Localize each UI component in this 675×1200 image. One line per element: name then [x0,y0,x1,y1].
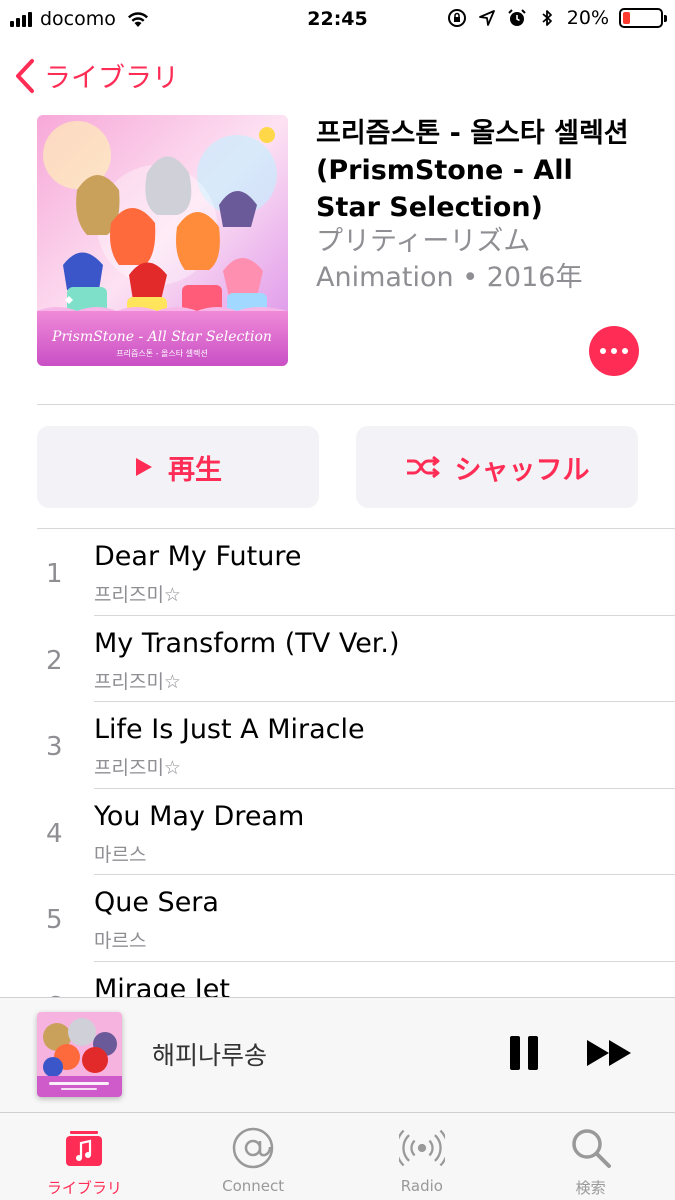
track-number: 1 [46,559,63,589]
track-row[interactable]: 5 Que Sera 마르스 [0,875,675,962]
tab-search[interactable]: 検索 [506,1113,675,1200]
more-dot [611,348,617,354]
track-title: Dear My Future [94,541,302,572]
track-title: Life Is Just A Miracle [94,714,365,745]
battery-percent: 20% [566,7,609,29]
tab-label: Connect [222,1177,285,1195]
skip-forward-button[interactable] [585,1038,635,1068]
at-icon [230,1125,276,1171]
tab-radio[interactable]: Radio [338,1113,507,1200]
track-title: My Transform (TV Ver.) [94,627,400,659]
rotation-lock-icon [447,9,466,27]
album-artist[interactable]: プリティーリズム [316,224,530,260]
divider [37,404,675,405]
track-title: Mirage Jet [94,973,230,998]
shuffle-label: シャッフル [454,454,590,486]
track-title: You May Dream [94,800,305,832]
shuffle-icon [406,455,439,479]
alarm-icon [508,9,526,26]
back-label: ライブラリ [44,63,179,94]
battery-icon [619,8,667,28]
tab-bar: ライブラリ Connect Radio 検索 [0,1112,675,1200]
tab-label: 検索 [575,1179,606,1197]
track-row[interactable]: 1 Dear My Future 프리즈미☆ [0,529,675,616]
track-row[interactable]: 4 You May Dream 마르스 [0,789,675,875]
track-artist: 마르스 [94,930,147,952]
bluetooth-icon [542,10,552,26]
track-row[interactable]: 3 Life Is Just A Miracle 프리즈미☆ [0,702,675,789]
track-title: Que Sera [94,887,219,918]
pause-icon-bar [528,1036,538,1070]
chevron-left-icon [16,58,34,93]
play-label: 再生 [168,454,222,486]
track-number: 5 [46,905,63,935]
music-note-icon [61,1125,107,1171]
shuffle-button[interactable]: シャッフル [356,426,638,508]
album-meta: Animation • 2016年 [316,262,583,293]
search-icon [568,1125,614,1171]
play-icon [136,458,152,476]
location-arrow-icon [478,10,495,26]
tab-label: Radio [400,1177,443,1195]
tab-library[interactable]: ライブラリ [0,1113,169,1200]
track-row[interactable]: 6 Mirage Jet [0,962,675,998]
now-playing-art [37,1012,122,1097]
pause-button[interactable] [510,1036,538,1070]
tab-label: ライブラリ [46,1179,122,1197]
track-row[interactable]: 2 My Transform (TV Ver.) 프리즈미☆ [0,616,675,702]
radio-icon [398,1125,445,1171]
play-button[interactable]: 再生 [37,426,319,508]
more-button[interactable] [589,326,639,376]
mini-player[interactable]: 해피나루송 [0,997,675,1112]
cover-title-en: PrismStone - All Star Selection [51,329,272,345]
album-art: PrismStone - All Star Selection 프리즘스톤 - … [37,115,288,366]
pause-icon-bar [510,1036,520,1070]
track-number: 2 [46,645,63,676]
more-dot [622,348,628,354]
track-artist: 프리즈미☆ [94,584,181,606]
album-title: 프리즘스톤 - 올스타 셀렉션 (PrismStone - All Star S… [316,118,629,223]
track-list: 1 Dear My Future 프리즈미☆ 2 My Transform (T… [0,529,675,997]
more-dot [600,348,606,354]
track-number: 4 [46,818,63,849]
now-playing-title: 해피나루송 [152,1041,268,1070]
track-artist: 프리즈미☆ [94,757,181,779]
back-button[interactable]: ライブラリ [14,56,179,95]
cover-title-ko: 프리즘스톤 - 올스타 셀렉션 [116,348,207,358]
track-artist: 프리즈미☆ [94,670,181,693]
track-artist: 마르스 [94,843,147,866]
tab-connect[interactable]: Connect [169,1113,338,1200]
track-number: 3 [46,732,63,762]
status-bar: docomo 22:45 20% [0,0,675,40]
